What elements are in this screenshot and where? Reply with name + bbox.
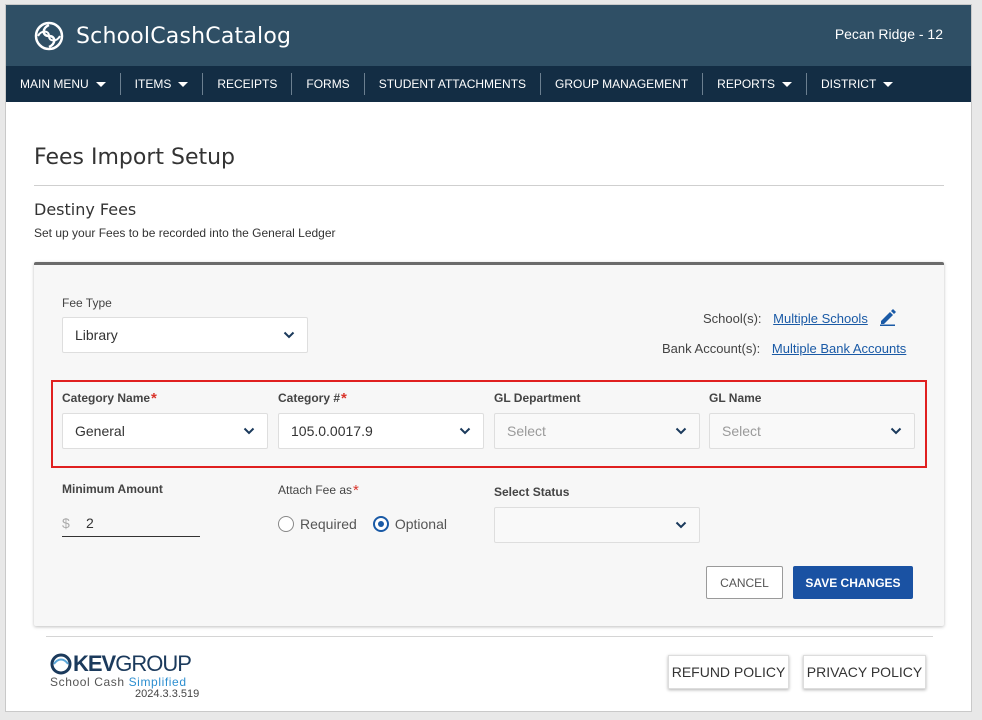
gl-name-label: GL Name bbox=[709, 391, 762, 405]
save-changes-button[interactable]: SAVE CHANGES bbox=[793, 566, 913, 599]
section-subtitle: Set up your Fees to be recorded into the… bbox=[34, 226, 336, 240]
logo-kev: KEV bbox=[73, 651, 116, 676]
chevron-down-icon bbox=[675, 521, 687, 529]
caret-down-icon bbox=[178, 81, 189, 87]
gl-name-select[interactable]: Select bbox=[709, 413, 915, 449]
caret-down-icon bbox=[781, 81, 792, 87]
fee-type-label: Fee Type bbox=[62, 296, 112, 310]
refund-policy-button[interactable]: REFUND POLICY bbox=[668, 655, 789, 689]
attach-fee-label: Attach Fee as* bbox=[278, 481, 359, 499]
gl-name-placeholder: Select bbox=[722, 423, 761, 439]
chevron-down-icon bbox=[283, 331, 295, 339]
footer-divider bbox=[46, 636, 933, 637]
select-status-label: Select Status bbox=[494, 485, 570, 499]
caret-down-icon bbox=[95, 81, 106, 87]
label-text: Category # bbox=[278, 391, 341, 405]
schools-row: School(s): Multiple Schools bbox=[703, 308, 897, 326]
category-number-select[interactable]: 105.0.0017.9 bbox=[278, 413, 484, 449]
multiple-schools-link[interactable]: Multiple Schools bbox=[773, 311, 868, 326]
required-marker: * bbox=[353, 482, 359, 499]
cancel-button[interactable]: CANCEL bbox=[706, 566, 783, 599]
nav-label: FORMS bbox=[306, 77, 350, 91]
swirl-logo-icon bbox=[34, 21, 64, 51]
nav-forms[interactable]: FORMS bbox=[292, 73, 365, 95]
bank-accounts-label: Bank Account(s): bbox=[662, 341, 761, 356]
section-title: Destiny Fees bbox=[34, 200, 137, 219]
version-number: 2024.3.3.519 bbox=[135, 688, 200, 700]
nav-reports[interactable]: REPORTS bbox=[703, 73, 807, 95]
tagline-main: School Cash bbox=[50, 675, 125, 689]
radio-required-option[interactable]: Required bbox=[278, 516, 357, 532]
category-number-label: Category #* bbox=[278, 389, 347, 407]
chevron-down-icon bbox=[890, 427, 902, 435]
pencil-icon[interactable] bbox=[879, 308, 897, 326]
privacy-policy-button[interactable]: PRIVACY POLICY bbox=[803, 655, 926, 689]
radio-optional[interactable] bbox=[372, 516, 389, 532]
radio-optional-option[interactable]: Optional bbox=[372, 516, 447, 532]
nav-district[interactable]: DISTRICT bbox=[807, 73, 907, 95]
top-header: SchoolCashCatalog Pecan Ridge - 12 bbox=[6, 5, 971, 66]
schools-label: School(s): bbox=[703, 311, 762, 326]
nav-label: RECEIPTS bbox=[217, 77, 278, 91]
select-status-select[interactable] bbox=[494, 507, 700, 543]
nav-label: STUDENT ATTACHMENTS bbox=[378, 77, 527, 91]
kevgroup-logo: KEV GROUP School Cash Simplified bbox=[50, 651, 192, 689]
nav-label: MAIN MENU bbox=[20, 77, 89, 91]
category-name-label: Category Name* bbox=[62, 389, 157, 407]
logo-tagline: School Cash Simplified bbox=[50, 675, 191, 689]
divider bbox=[34, 185, 944, 186]
nav-main-menu[interactable]: MAIN MENU bbox=[6, 73, 121, 95]
kevgroup-logo-icon bbox=[50, 653, 72, 675]
radio-required-label: Required bbox=[300, 516, 357, 532]
category-number-value: 105.0.0017.9 bbox=[291, 423, 373, 439]
required-marker: * bbox=[151, 390, 157, 407]
fee-type-select[interactable]: Library bbox=[62, 317, 308, 353]
minimum-amount-label: Minimum Amount bbox=[62, 482, 163, 496]
label-text: Attach Fee as bbox=[278, 483, 353, 497]
nav-items[interactable]: ITEMS bbox=[121, 73, 204, 95]
nav-label: REPORTS bbox=[717, 77, 775, 91]
currency-symbol: $ bbox=[62, 515, 70, 531]
main-nav: MAIN MENU ITEMS RECEIPTS FORMS STUDENT A… bbox=[6, 66, 971, 102]
nav-label: DISTRICT bbox=[820, 77, 877, 91]
minimum-amount-value: 2 bbox=[86, 515, 94, 531]
nav-label: GROUP MANAGEMENT bbox=[555, 77, 689, 91]
gl-department-label: GL Department bbox=[494, 391, 581, 405]
category-name-value: General bbox=[75, 423, 125, 439]
brand[interactable]: SchoolCashCatalog bbox=[34, 21, 291, 51]
nav-label: ITEMS bbox=[134, 77, 172, 91]
bank-accounts-row: Bank Account(s): Multiple Bank Accounts bbox=[662, 341, 906, 356]
required-marker: * bbox=[341, 390, 347, 407]
radio-optional-label: Optional bbox=[394, 516, 447, 532]
label-text: Category Name bbox=[62, 391, 151, 405]
page-title: Fees Import Setup bbox=[34, 145, 236, 170]
tagline-accent: Simplified bbox=[128, 675, 187, 689]
fees-form-card: Fee Type Library School(s): Multiple Sch… bbox=[34, 262, 944, 626]
logo-group: GROUP bbox=[115, 651, 192, 676]
caret-down-icon bbox=[883, 81, 894, 87]
category-name-select[interactable]: General bbox=[62, 413, 268, 449]
nav-group-management[interactable]: GROUP MANAGEMENT bbox=[541, 73, 704, 95]
radio-required[interactable] bbox=[278, 516, 294, 532]
nav-receipts[interactable]: RECEIPTS bbox=[203, 73, 293, 95]
gl-department-placeholder: Select bbox=[507, 423, 546, 439]
app-window: SchoolCashCatalog Pecan Ridge - 12 MAIN … bbox=[5, 4, 972, 712]
kevgroup-wordmark: KEV GROUP bbox=[50, 651, 192, 677]
fee-type-value: Library bbox=[75, 327, 118, 343]
chevron-down-icon bbox=[675, 427, 687, 435]
nav-student-attachments[interactable]: STUDENT ATTACHMENTS bbox=[365, 73, 542, 95]
school-selector[interactable]: Pecan Ridge - 12 bbox=[835, 26, 943, 42]
multiple-bank-accounts-link[interactable]: Multiple Bank Accounts bbox=[772, 341, 906, 356]
minimum-amount-input[interactable]: $ 2 bbox=[62, 509, 200, 537]
chevron-down-icon bbox=[459, 427, 471, 435]
app-title: SchoolCashCatalog bbox=[76, 23, 292, 49]
attach-fee-radio-group: Required Optional bbox=[278, 516, 447, 532]
gl-department-select[interactable]: Select bbox=[494, 413, 700, 449]
chevron-down-icon bbox=[243, 427, 255, 435]
